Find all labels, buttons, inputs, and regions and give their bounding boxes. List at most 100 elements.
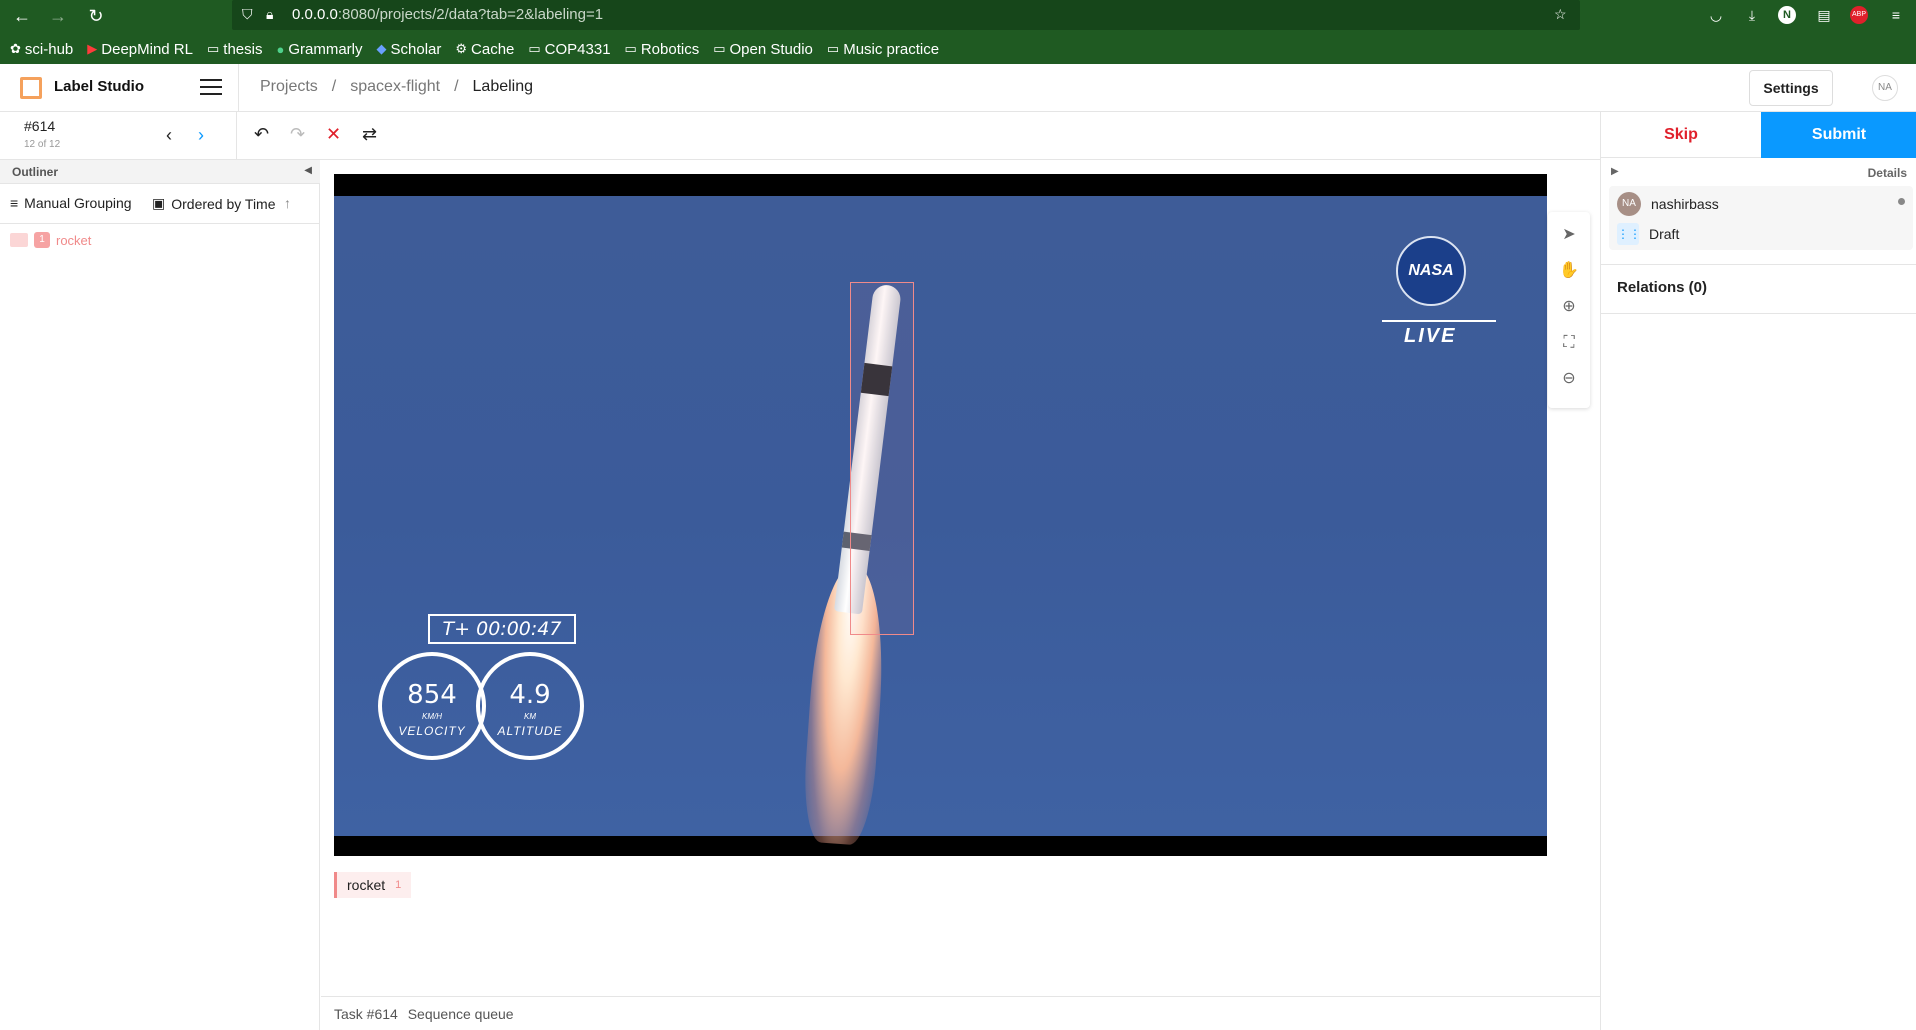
settings-button[interactable]: Settings [1749, 70, 1833, 106]
extension-n-icon[interactable]: N [1778, 6, 1796, 24]
folder-icon: ▭ [206, 41, 220, 56]
altitude-unit: KM [524, 712, 536, 721]
submit-button[interactable]: Submit [1761, 112, 1916, 158]
label-rocket-button[interactable]: rocket 1 [334, 872, 412, 898]
breadcrumb: Projects / spacex-flight / Labeling [260, 78, 533, 96]
collapse-triangle-icon[interactable]: ◀ [304, 165, 312, 176]
bookmark-deepmind-rl[interactable]: ▶ DeepMind RL [87, 38, 193, 60]
prev-task-icon[interactable]: ‹ [166, 125, 172, 146]
annotator-avatar: NA [1617, 192, 1641, 216]
document-icon[interactable]: ▤ [1814, 5, 1834, 25]
draft-label: Draft [1649, 226, 1680, 242]
user-avatar[interactable]: NA [1872, 75, 1898, 101]
velocity-label: VELOCITY [398, 724, 466, 738]
annotation-details: NA nashirbass ⋮⋮ Draft [1609, 186, 1913, 250]
zoom-in-icon[interactable]: ⊕ [1548, 292, 1590, 322]
breadcrumb-current: Labeling [472, 78, 534, 95]
outliner-options: ≡ Manual Grouping ▣ Ordered by Time ↑ [0, 184, 320, 224]
hamburger-menu-icon[interactable] [200, 79, 222, 97]
bookmark-star-icon[interactable]: ☆ [1554, 6, 1567, 23]
breadcrumb-project[interactable]: spacex-flight [350, 78, 440, 96]
zoom-out-icon[interactable]: ⊖ [1548, 364, 1590, 394]
bookmark-cache[interactable]: ⚙ Cache [455, 38, 514, 60]
relations-header[interactable]: Relations (0) [1601, 264, 1916, 314]
ordering-dropdown[interactable]: ▣ Ordered by Time [152, 195, 276, 212]
menu-icon[interactable]: ≡ [1886, 5, 1906, 25]
annotator-row[interactable]: NA nashirbass [1617, 192, 1719, 216]
reset-icon[interactable]: ✕ [326, 124, 341, 145]
details-title: Details [1867, 166, 1907, 180]
url-text[interactable]: 0.0.0.0:8080/projects/2/data?tab=2&label… [292, 6, 603, 23]
redo-icon[interactable]: ↷ [290, 124, 305, 145]
header-divider [238, 64, 239, 112]
back-icon[interactable]: ← [10, 4, 34, 28]
pan-hand-icon[interactable]: ✋ [1548, 256, 1590, 286]
list-icon: ≡ [10, 195, 19, 211]
reload-icon[interactable]: ↻ [84, 4, 108, 28]
label-name: rocket [347, 877, 386, 893]
lock-icon[interactable]: 🔒︎ [266, 6, 273, 23]
velocity-unit: KM/H [422, 712, 442, 721]
bookmark-scholar[interactable]: ◆ Scholar [377, 38, 442, 60]
adblock-icon[interactable]: ABP [1850, 6, 1868, 24]
breadcrumb-projects[interactable]: Projects [260, 78, 318, 96]
live-divider [1382, 320, 1496, 322]
live-badge: LIVE [1404, 325, 1457, 347]
bookmark-music-practice[interactable]: ▭ Music practice [827, 38, 939, 60]
toolbar-divider [236, 112, 237, 160]
outliner-panel: Outliner ◀ ≡ Manual Grouping ▣ Ordered by … [0, 160, 320, 1030]
image-tools-panel: ➤ ✋ ⊕ ⛶ ⊖ [1548, 212, 1590, 408]
app-title[interactable]: Label Studio [54, 78, 144, 95]
sci-hub-icon: ✿ [10, 41, 21, 56]
outliner-title: Outliner [12, 165, 59, 179]
velocity-value: 854 [407, 680, 457, 710]
shield-icon[interactable]: ⛉ [242, 6, 253, 23]
forward-icon[interactable]: → [46, 4, 70, 28]
sort-direction-icon[interactable]: ↑ [284, 195, 291, 211]
grouping-dropdown[interactable]: ≡ Manual Grouping [10, 195, 132, 211]
skip-button[interactable]: Skip [1601, 112, 1761, 158]
download-icon[interactable]: ⤓ [1742, 5, 1762, 25]
image-canvas[interactable]: NASA LIVE T+ 00:00:47 854 KM/H VELOCITY … [334, 174, 1547, 856]
address-bar[interactable]: ⛉ 🔒︎ 0.0.0.0:8080/projects/2/data?tab=2&… [232, 0, 1580, 30]
folder-icon: ▭ [826, 41, 840, 56]
label-hotkey: 1 [395, 879, 402, 891]
footer-queue: Sequence queue [407, 1006, 514, 1022]
bookmark-open-studio[interactable]: ▭ Open Studio [713, 38, 813, 60]
draft-icon: ⋮⋮ [1617, 223, 1641, 245]
calendar-icon: ▣ [152, 195, 166, 211]
scholar-icon: ◆ [376, 41, 387, 56]
swap-icon[interactable]: ⇄ [362, 124, 377, 145]
bookmark-grammarly[interactable]: ● Grammarly [276, 38, 362, 60]
bookmark-thesis[interactable]: ▭ thesis [207, 38, 262, 60]
breadcrumb-separator: / [331, 78, 337, 95]
fit-to-screen-icon[interactable]: ⛶ [1548, 328, 1590, 358]
region-item[interactable]: 1 rocket [10, 232, 91, 248]
bookmark-sci-hub[interactable]: ✿ sci-hub [10, 38, 73, 60]
folder-icon: ▭ [528, 41, 541, 56]
task-count: 12 of 12 [24, 139, 61, 150]
label-studio-logo-icon[interactable] [20, 77, 42, 99]
footer-task: Task #614 [334, 1006, 398, 1022]
undo-icon[interactable]: ↶ [254, 124, 269, 145]
rectangle-region-icon [10, 233, 28, 247]
labeling-toolbar: #614 12 of 12 ‹ › ↶ ↷ ✕ ⇄ [0, 112, 1600, 160]
bookmarks-bar: ✿ sci-hub ▶ DeepMind RL ▭ thesis ● Grammarly… [10, 38, 939, 60]
status-dot-icon [1898, 198, 1905, 205]
bookmark-cop4331[interactable]: ▭ COP4331 [528, 38, 610, 60]
right-panel: Skip Submit ▶ Details NA nashirbass ⋮⋮ D… [1600, 112, 1916, 1030]
draft-row[interactable]: ⋮⋮ Draft [1617, 222, 1679, 246]
next-task-icon[interactable]: › [198, 125, 204, 146]
expand-triangle-icon[interactable]: ▶ [1611, 166, 1619, 177]
outliner-header[interactable]: Outliner ◀ [0, 160, 320, 184]
pointer-icon[interactable]: ➤ [1548, 220, 1590, 250]
grammarly-icon: ● [276, 41, 285, 57]
app-header: Label Studio Projects / spacex-flight / … [0, 64, 1916, 112]
breadcrumb-separator: / [454, 78, 459, 95]
bookmark-robotics[interactable]: ▭ Robotics [625, 38, 700, 60]
rocket-bounding-box[interactable] [850, 282, 914, 635]
details-header[interactable]: ▶ Details [1601, 160, 1916, 186]
youtube-icon: ▶ [87, 41, 98, 56]
pocket-icon[interactable]: ◡ [1706, 5, 1726, 25]
folder-icon: ▭ [713, 41, 726, 56]
